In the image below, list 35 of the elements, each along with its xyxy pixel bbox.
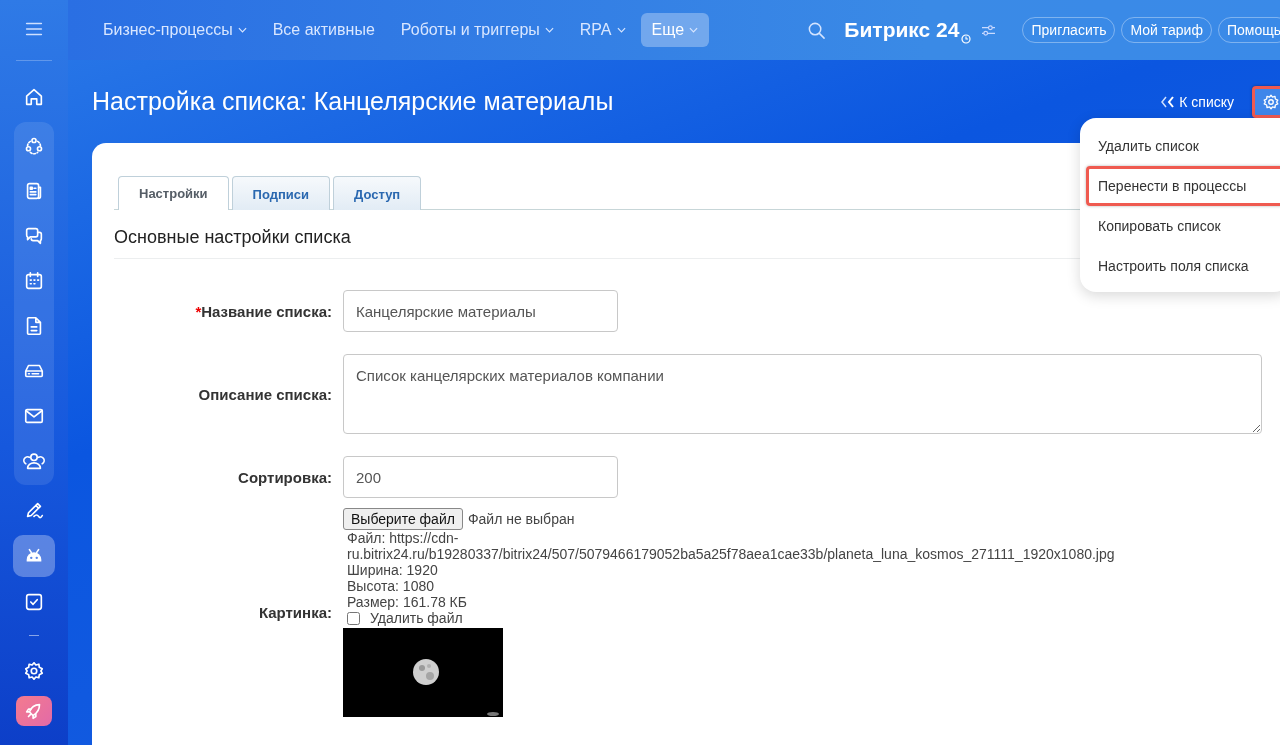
- field-label: Название списка:: [201, 302, 332, 320]
- menu-item[interactable]: Перенести в процессы: [1086, 166, 1280, 206]
- tab[interactable]: Доступ: [333, 176, 422, 210]
- file-status: Файл не выбран: [467, 511, 575, 527]
- robot-icon[interactable]: [13, 535, 55, 577]
- nav-tab[interactable]: Бизнес-процессы: [92, 13, 258, 47]
- file-info: Ширина: 1920: [346, 562, 438, 578]
- clock-icon: [961, 33, 972, 44]
- input-field[interactable]: Канцелярские материалы: [343, 290, 618, 332]
- back-link[interactable]: К списку: [1161, 93, 1234, 110]
- field-label: Картинка:: [257, 604, 332, 621]
- logo[interactable]: Битрикс 24: [844, 18, 960, 42]
- file-info: Размер: 161.78 КБ: [346, 594, 467, 610]
- nav-tab[interactable]: RPA: [568, 13, 637, 47]
- file-info: Файл: https://cdn-ru.bitrix24.ru/b19280337/bitrix24/507/5079466179052ba5a25f78aea1cae33b/planeta_luna_kosmos_271111_1920x1080.jpg: [346, 530, 1116, 562]
- tab[interactable]: Подписи: [231, 176, 331, 210]
- sliders-icon[interactable]: [981, 23, 997, 37]
- checkbox-label: Удалить файл: [369, 610, 463, 626]
- field-label: Сортировка:: [237, 468, 332, 486]
- page-title: Настройка списка: Канцелярские материалы: [92, 87, 614, 116]
- tab[interactable]: Настройки: [118, 176, 229, 210]
- settings-button[interactable]: [1252, 85, 1280, 118]
- settings-icon: [1262, 92, 1280, 111]
- menu-item[interactable]: Удалить список: [1086, 126, 1280, 166]
- field-label: Описание списка:: [197, 385, 332, 403]
- search-icon[interactable]: [807, 20, 827, 40]
- choose-file-button[interactable]: Выберите файл: [343, 508, 463, 530]
- nav-tab[interactable]: Роботы и триггеры: [389, 13, 565, 47]
- input-field[interactable]: 200: [343, 456, 618, 498]
- nav-tab[interactable]: Все активные: [261, 13, 386, 47]
- textarea-field[interactable]: Список канцелярских материалов компании: [343, 354, 1262, 434]
- required-mark: *: [195, 302, 202, 320]
- file-info: Высота: 1080: [346, 578, 434, 594]
- rocket-icon[interactable]: [16, 696, 52, 726]
- checkbox[interactable]: [347, 611, 360, 625]
